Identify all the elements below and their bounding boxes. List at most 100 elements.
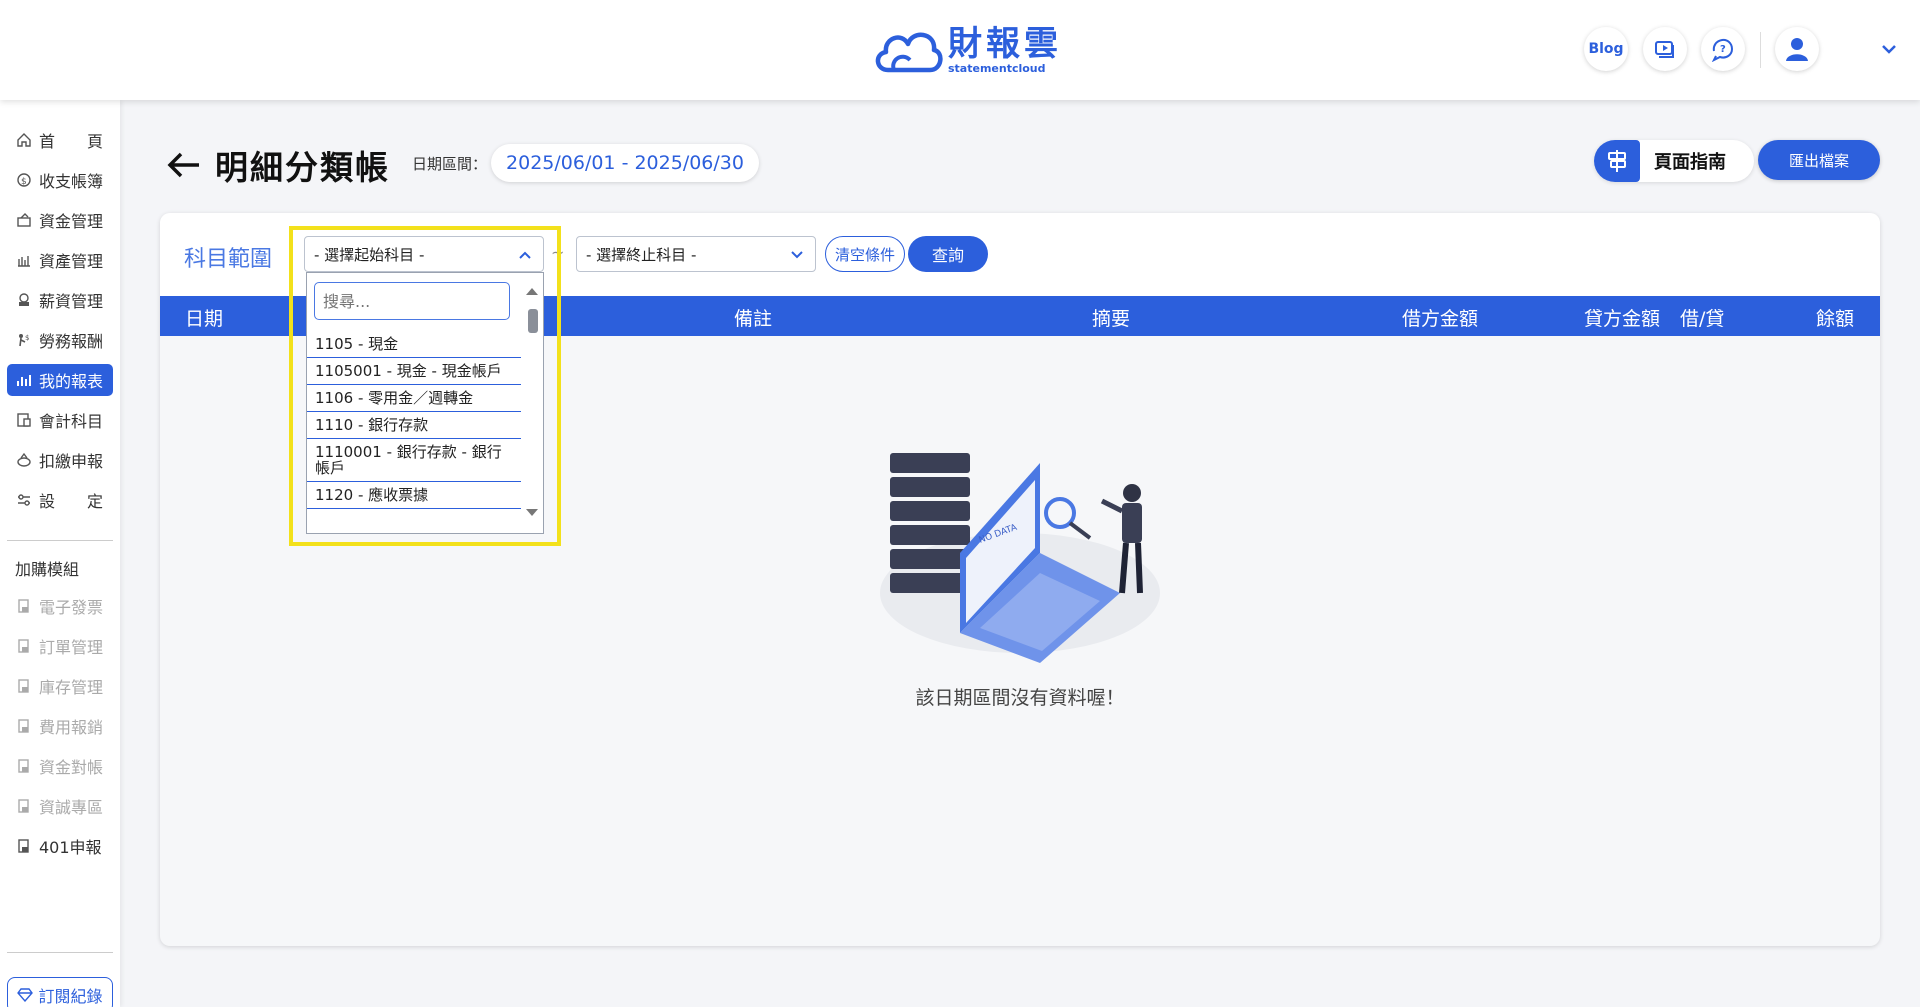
dropdown-option[interactable]: 1105 - 現金 [307, 331, 521, 358]
video-button[interactable] [1643, 27, 1687, 71]
scroll-up-icon[interactable] [521, 283, 543, 299]
sidebar-item-label: 薪資管理 [39, 292, 104, 311]
page-guide-label: 頁面指南 [1654, 152, 1726, 173]
empty-state-text: 該日期區間沒有資料喔！ [915, 687, 1125, 709]
dropdown-options: 1105 - 現金 1105001 - 現金 - 現金帳戶 1106 - 零用金… [307, 331, 521, 509]
sidebar-addon-expense[interactable]: 費用報銷 [7, 710, 113, 742]
cloud-logo-icon [875, 32, 943, 73]
range-separator: ~ [551, 243, 565, 262]
sidebar-item-account[interactable]: 會計科目 [7, 404, 113, 436]
sidebar-item-label: 資金管理 [39, 212, 104, 231]
clear-label: 清空條件 [834, 245, 895, 264]
page-guide-button[interactable]: 頁面指南 [1594, 140, 1754, 182]
ledger-icon: $ [15, 171, 33, 189]
no-data-illustration: NO DATA [880, 453, 1160, 663]
scrollbar-thumb[interactable] [528, 309, 538, 333]
user-avatar-icon [1786, 38, 1808, 61]
sidebar-item-fund[interactable]: 資金管理 [7, 204, 113, 236]
sidebar: 首 頁 $ 收支帳簿 資金管理 資產管理 薪資管理 $ 勞務報酬 我的報表 會計科目… [0, 100, 120, 1007]
help-chat-icon: ? [1711, 38, 1734, 62]
column-dr-cr: 借/貸 [1680, 308, 1725, 330]
back-arrow-icon[interactable] [165, 146, 203, 184]
chevron-up-icon [519, 251, 531, 259]
sidebar-item-label: 費用報銷 [39, 718, 104, 737]
sidebar-addon-reconcile[interactable]: 資金對帳 [7, 750, 113, 782]
home-icon [15, 131, 33, 149]
sidebar-item-withholding[interactable]: 扣繳申報 [7, 444, 113, 476]
sidebar-item-salary[interactable]: 薪資管理 [7, 284, 113, 316]
sidebar-item-ledger[interactable]: $ 收支帳簿 [7, 164, 113, 196]
lock-doc-icon [15, 797, 33, 815]
account-range-label: 科目範圍 [184, 247, 273, 272]
addon-group-label: 加購模組 [15, 560, 80, 579]
sidebar-item-home[interactable]: 首 頁 [7, 124, 113, 156]
sidebar-item-labor[interactable]: $ 勞務報酬 [7, 324, 113, 356]
sidebar-item-settings[interactable]: 設 定 [7, 484, 113, 516]
subscription-button[interactable]: 訂閱紀錄 [7, 977, 113, 1007]
svg-text:$: $ [25, 334, 29, 342]
signpost-icon [1594, 140, 1640, 182]
sidebar-item-asset[interactable]: 資產管理 [7, 244, 113, 276]
logo-subtitle: statementcloud [948, 62, 1046, 75]
dropdown-option[interactable]: 1106 - 零用金／週轉金 [307, 385, 521, 412]
dropdown-option[interactable]: 1120 - 應收票據 [307, 482, 521, 509]
sidebar-addon-einvoice[interactable]: 電子發票 [7, 590, 113, 622]
blog-label: Blog [1588, 41, 1624, 57]
lock-doc-icon [15, 597, 33, 615]
dropdown-option[interactable]: 1110001 - 銀行存款 - 銀行帳戶 [307, 439, 521, 482]
fund-icon [15, 211, 33, 229]
column-summary: 摘要 [1092, 308, 1131, 330]
end-account-select[interactable]: - 選擇終止科目 - [576, 236, 816, 272]
dropdown-search-input[interactable] [314, 282, 510, 320]
sidebar-item-label: 扣繳申報 [39, 452, 104, 471]
sidebar-item-label: 401申報 [39, 838, 102, 857]
page-title: 明細分類帳 [215, 148, 390, 187]
start-account-dropdown: 1105 - 現金 1105001 - 現金 - 現金帳戶 1106 - 零用金… [306, 272, 544, 534]
logo-title: 財報雲 [948, 24, 1062, 64]
start-account-select[interactable]: - 選擇起始科目 - [304, 236, 544, 272]
lock-doc-icon [15, 637, 33, 655]
sidebar-item-label: 勞務報酬 [39, 332, 104, 351]
export-label: 匯出檔案 [1788, 151, 1849, 170]
user-avatar-button[interactable] [1775, 27, 1819, 71]
export-file-button[interactable]: 匯出檔案 [1758, 140, 1880, 180]
help-button[interactable]: ? [1701, 27, 1745, 71]
blog-button[interactable]: Blog [1584, 27, 1628, 71]
sidebar-item-label: 會計科目 [39, 412, 104, 431]
svg-text:?: ? [1720, 44, 1726, 55]
sidebar-item-label: 電子發票 [39, 598, 104, 617]
asset-icon [15, 251, 33, 269]
date-range-label: 日期區間： [412, 155, 488, 173]
doc-icon [15, 837, 33, 855]
end-account-placeholder: - 選擇終止科目 - [586, 245, 697, 264]
chevron-down-icon[interactable] [1878, 38, 1900, 60]
sidebar-item-label: 我的報表 [39, 372, 104, 391]
sidebar-item-label: 資金對帳 [39, 758, 104, 777]
chevron-down-icon [791, 251, 803, 259]
dropdown-option[interactable]: 1105001 - 現金 - 現金帳戶 [307, 358, 521, 385]
column-debit: 借方金額 [1402, 308, 1479, 330]
logo[interactable]: 財報雲 statementcloud [870, 22, 1062, 78]
scroll-down-icon[interactable] [521, 505, 543, 521]
report-icon [15, 371, 33, 389]
date-range-picker[interactable]: 2025/06/01 - 2025/06/30 [491, 144, 759, 182]
sidebar-addon-orders[interactable]: 訂單管理 [7, 630, 113, 662]
sidebar-item-report[interactable]: 我的報表 [7, 364, 113, 396]
column-note: 備註 [734, 308, 773, 330]
sidebar-divider [7, 540, 113, 541]
sidebar-addon-pwc[interactable]: 資誠專區 [7, 790, 113, 822]
date-range-value: 2025/06/01 - 2025/06/30 [506, 152, 744, 174]
account-icon [15, 411, 33, 429]
column-credit: 貸方金額 [1584, 308, 1661, 330]
dropdown-option[interactable]: 1110 - 銀行存款 [307, 412, 521, 439]
query-label: 查詢 [931, 246, 964, 265]
start-account-placeholder: - 選擇起始科目 - [314, 245, 425, 264]
clear-filters-button[interactable]: 清空條件 [825, 236, 905, 272]
sidebar-divider [7, 952, 113, 953]
sidebar-addon-inventory[interactable]: 庫存管理 [7, 670, 113, 702]
sidebar-addon-401[interactable]: 401申報 [7, 830, 113, 862]
query-button[interactable]: 查詢 [908, 236, 988, 272]
labor-icon: $ [15, 331, 33, 349]
sidebar-item-label: 資產管理 [39, 252, 104, 271]
dropdown-scrollbar[interactable] [521, 273, 543, 533]
